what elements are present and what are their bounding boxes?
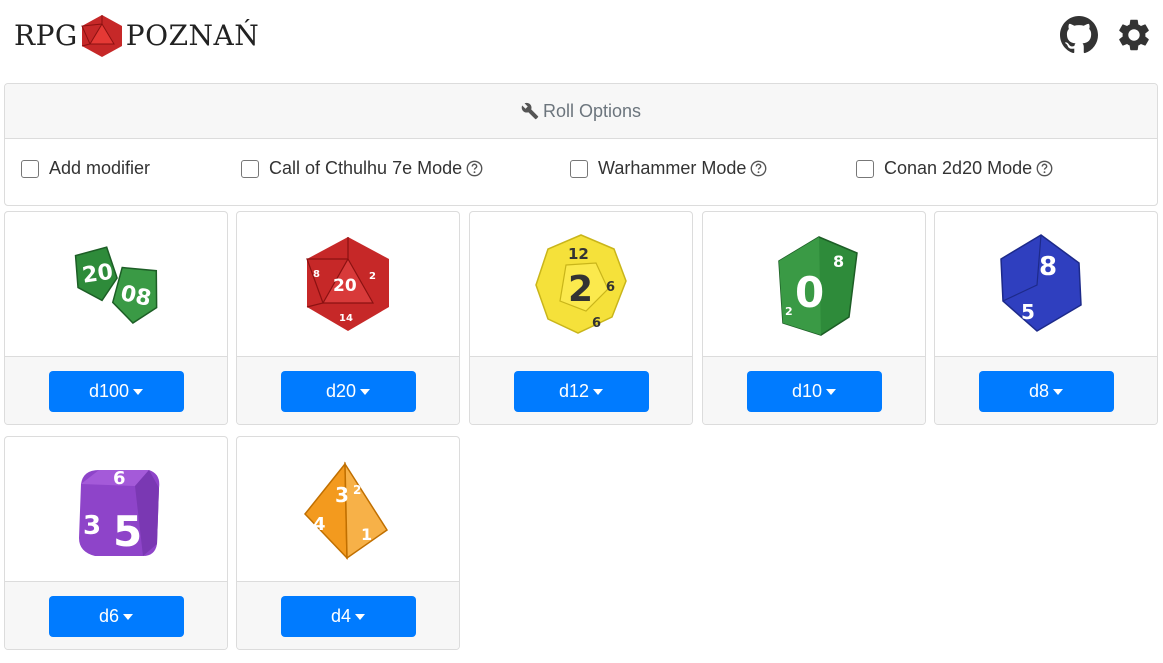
warhammer-mode-checkbox[interactable] (570, 159, 588, 178)
dice-image[interactable]: 5 3 6 (5, 437, 227, 582)
dice-image[interactable]: 20 08 (5, 212, 227, 357)
svg-text:20: 20 (333, 276, 357, 296)
svg-text:2: 2 (785, 305, 793, 318)
svg-text:20: 20 (81, 260, 115, 289)
d12-dice-icon: 2 12 6 6 (535, 234, 627, 334)
help-circle-icon[interactable] (466, 160, 483, 177)
svg-text:8: 8 (1039, 252, 1057, 282)
svg-text:4: 4 (313, 514, 326, 535)
warhammer-mode-option[interactable]: Warhammer Mode (570, 158, 767, 179)
svg-text:3: 3 (335, 483, 349, 507)
svg-text:6: 6 (592, 316, 601, 331)
wrench-icon (521, 102, 539, 120)
caret-down-icon (593, 389, 604, 395)
svg-text:3: 3 (83, 511, 101, 541)
logo-text-poznan: POZNAŃ (125, 19, 260, 52)
help-circle-icon[interactable] (1036, 160, 1053, 177)
d100-dice-icon: 20 08 (74, 246, 158, 324)
caret-down-icon (123, 614, 134, 620)
top-header: RPG POZNAŃ (0, 0, 1163, 75)
svg-text:2: 2 (369, 271, 376, 282)
roll-d4-button[interactable]: d4 (280, 595, 416, 637)
add-modifier-label: Add modifier (49, 158, 151, 178)
svg-text:0: 0 (795, 268, 824, 317)
logo-text-rpg: RPG (14, 19, 78, 52)
warhammer-mode-label: Warhammer Mode (598, 158, 747, 178)
d10-dice-icon: 0 8 2 (778, 236, 858, 336)
svg-text:6: 6 (606, 280, 615, 295)
dice-card-d8: 8 5 d8 (934, 211, 1158, 425)
svg-text:8: 8 (833, 252, 844, 271)
svg-text:2: 2 (568, 269, 593, 310)
roll-d100-button[interactable]: d100 (48, 370, 184, 412)
dice-card-d10: 0 8 2 d10 (702, 211, 926, 425)
caret-down-icon (826, 389, 837, 395)
help-circle-icon[interactable] (750, 160, 767, 177)
gear-icon[interactable] (1115, 16, 1153, 54)
d6-dice-icon: 5 3 6 (79, 468, 160, 556)
svg-text:2: 2 (353, 483, 361, 497)
conan-mode-label: Conan 2d20 Mode (884, 158, 1033, 178)
dice-image[interactable]: 2 12 6 6 (470, 212, 692, 357)
roll-d4-label: d4 (330, 605, 352, 626)
svg-text:6: 6 (113, 468, 126, 489)
roll-options-title: Roll Options (542, 100, 642, 121)
d20-dice-icon: 20 8 2 14 (306, 237, 389, 331)
svg-text:1: 1 (361, 525, 372, 544)
roll-d12-button[interactable]: d12 (513, 370, 649, 412)
d20-logo-icon (81, 15, 122, 57)
roll-d8-label: d8 (1028, 380, 1050, 401)
roll-options-card: Roll Options Add modifier Call of Cthulh… (4, 83, 1158, 206)
svg-text:12: 12 (568, 245, 589, 263)
dice-image[interactable]: 3 4 1 2 (237, 437, 459, 582)
roll-d10-label: d10 (791, 380, 823, 401)
roll-d100-label: d100 (88, 380, 130, 401)
site-logo[interactable]: RPG POZNAŃ (14, 14, 259, 58)
dice-card-d100: 20 08 d100 (4, 211, 228, 425)
conan-mode-option[interactable]: Conan 2d20 Mode (856, 158, 1053, 179)
d4-dice-icon: 3 4 1 2 (304, 461, 389, 560)
add-modifier-checkbox[interactable] (21, 159, 39, 178)
cthulhu-mode-option[interactable]: Call of Cthulhu 7e Mode (241, 158, 483, 179)
roll-d6-button[interactable]: d6 (48, 595, 184, 637)
cthulhu-mode-checkbox[interactable] (241, 159, 259, 178)
dice-card-d6: 5 3 6 d6 (4, 436, 228, 650)
svg-text:8: 8 (313, 269, 320, 280)
caret-down-icon (133, 389, 144, 395)
github-icon[interactable] (1060, 16, 1098, 54)
svg-text:14: 14 (339, 313, 353, 324)
conan-mode-checkbox[interactable] (856, 159, 874, 178)
svg-text:5: 5 (1021, 300, 1035, 324)
add-modifier-option[interactable]: Add modifier (21, 158, 150, 179)
svg-text:5: 5 (113, 507, 142, 556)
roll-d12-label: d12 (558, 380, 590, 401)
roll-d20-button[interactable]: d20 (280, 370, 416, 412)
dice-image[interactable]: 0 8 2 (703, 212, 925, 357)
roll-d20-label: d20 (325, 380, 357, 401)
roll-d8-button[interactable]: d8 (978, 370, 1114, 412)
caret-down-icon (360, 389, 371, 395)
roll-d10-button[interactable]: d10 (746, 370, 882, 412)
dice-image[interactable]: 20 8 2 14 (237, 212, 459, 357)
dice-image[interactable]: 8 5 (935, 212, 1157, 357)
caret-down-icon (355, 614, 366, 620)
cthulhu-mode-label: Call of Cthulhu 7e Mode (269, 158, 463, 178)
roll-d6-label: d6 (98, 605, 120, 626)
dice-card-d4: 3 4 1 2 d4 (236, 436, 460, 650)
d8-dice-icon: 8 5 (1000, 234, 1082, 332)
dice-card-d12: 2 12 6 6 d12 (469, 211, 693, 425)
roll-options-header[interactable]: Roll Options (5, 84, 1157, 139)
dice-card-d20: 20 8 2 14 d20 (236, 211, 460, 425)
caret-down-icon (1053, 389, 1064, 395)
